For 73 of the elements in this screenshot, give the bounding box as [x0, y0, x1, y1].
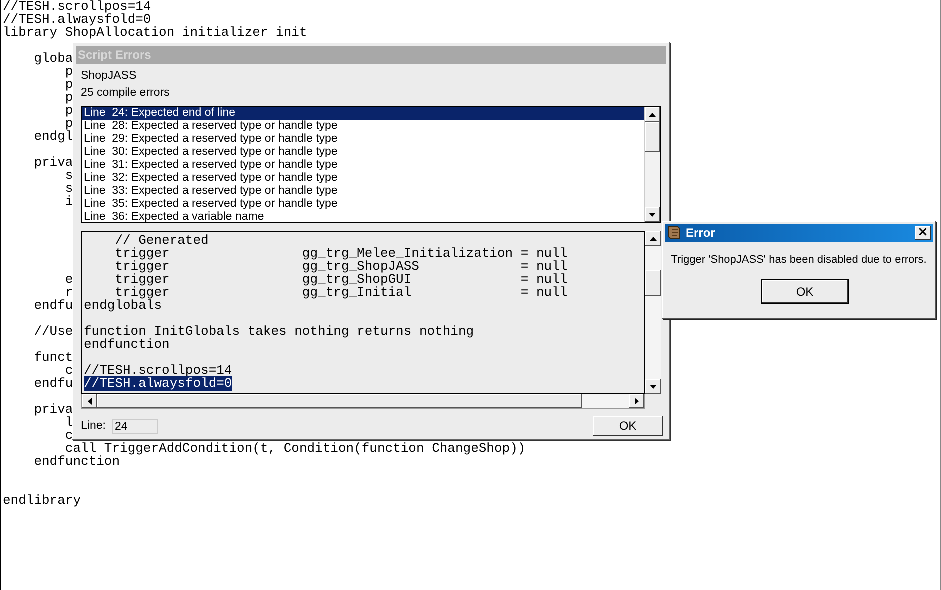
error-item[interactable]: Line 29: Expected a reserved type or handle type [82, 133, 644, 146]
code-line: //Use [33, 324, 74, 339]
code-line: endgl [33, 129, 74, 144]
code-line: priva [33, 155, 74, 170]
code-line: //TESH.scrollpos=14 [84, 363, 232, 378]
error-count: 25 compile errors [81, 86, 171, 101]
scroll-thumb[interactable] [645, 122, 660, 152]
ok-button[interactable]: OK [762, 280, 848, 303]
scroll-bar[interactable] [644, 107, 660, 222]
code-line: c [64, 428, 74, 443]
scroll-thumb[interactable] [645, 270, 661, 296]
error-item[interactable]: Line 32: Expected a reserved type or handle type [82, 172, 644, 185]
code-line: p [65, 116, 74, 131]
error-item[interactable]: Line 30: Expected a reserved type or handle type [82, 146, 644, 159]
code-line: p [65, 64, 74, 79]
error-message: Trigger 'ShopJASS' has been disabled due to errors. [670, 254, 928, 266]
scroll-thumb[interactable] [97, 394, 582, 408]
code-line: trigger gg_trg_Melee_Initialization = null [114, 246, 568, 261]
right-arrow-icon [634, 398, 638, 405]
error-item[interactable]: Line 31: Expected a reserved type or handle type [82, 159, 644, 172]
code-line: endfunction [84, 337, 170, 352]
scroll-left-button[interactable] [82, 394, 97, 408]
code-line: endfunction [33, 454, 120, 469]
code-line: endfu [33, 298, 74, 313]
up-arrow-icon [650, 236, 656, 240]
scroll-up-button[interactable] [645, 231, 661, 246]
code-line: //TESH.scrollpos=14 [3, 0, 152, 14]
code-line: call TriggerAddCondition(t, Condition(function ChangeShop)) [65, 441, 526, 456]
code-line: r [65, 285, 74, 300]
left-arrow-icon [88, 398, 92, 405]
down-arrow-icon [650, 384, 656, 389]
error-item[interactable]: Line 24: Expected end of line [82, 107, 644, 120]
code-line: p [64, 77, 74, 92]
line-label: Line: [81, 420, 106, 432]
up-arrow-icon [649, 112, 656, 116]
error-item[interactable]: Line 33: Expected a reserved type or handle type [82, 185, 644, 198]
code-line: trigger gg_trg_Initial = null [115, 285, 568, 300]
code-line: e [64, 272, 74, 287]
scroll-up-button[interactable] [645, 107, 660, 122]
error-item[interactable]: Line 28: Expected a reserved type or handle type [82, 120, 644, 133]
code-line: endglobals [84, 298, 162, 313]
code-line: function InitGlobals takes nothing returns nothing [84, 324, 474, 339]
code-line: s [65, 168, 74, 183]
code-line: funct [33, 350, 74, 365]
code-line: priva [33, 402, 74, 417]
code-line: p [64, 103, 74, 118]
code-line: s [64, 181, 74, 196]
code-line: c [65, 363, 74, 378]
close-button[interactable]: × [915, 226, 931, 240]
scroll-down-button[interactable] [645, 207, 660, 222]
line-field[interactable]: 24 [112, 418, 158, 434]
code-line: globa [33, 51, 74, 66]
scroll-icon [667, 225, 683, 241]
ok-button[interactable]: OK [593, 416, 663, 436]
scroll-bar[interactable] [81, 394, 645, 409]
trigger-name: ShopJASS [81, 69, 138, 84]
code-line: // Generated [114, 233, 209, 248]
scroll-down-button[interactable] [645, 379, 661, 394]
code-line: endfu [33, 376, 74, 391]
code-line: //TESH.alwaysfold=0 [3, 12, 152, 27]
scroll-bar[interactable] [645, 231, 661, 394]
code-line: p [64, 90, 74, 105]
code-line: trigger gg_trg_ShopJASS = null [114, 259, 568, 274]
code-line: library ShopAllocation initializer init [3, 25, 308, 40]
code-line: i [64, 194, 74, 209]
error-item[interactable]: Line 35: Expected a reserved type or handle type [82, 198, 644, 211]
down-arrow-icon [649, 212, 656, 216]
code-line: endlibrary [3, 493, 82, 508]
code-line: l [65, 415, 74, 430]
window-title: Error [686, 226, 716, 240]
scroll-right-button[interactable] [629, 394, 644, 408]
code-line: trigger gg_trg_ShopGUI = null [114, 272, 568, 287]
error-item[interactable]: Line 36: Expected a variable name [82, 211, 644, 224]
